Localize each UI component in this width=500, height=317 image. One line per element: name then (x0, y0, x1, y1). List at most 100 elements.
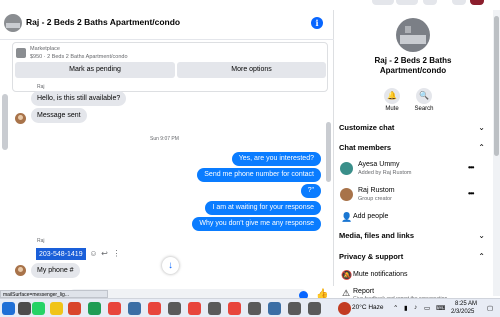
member-subtitle: Group creator (358, 196, 392, 202)
language-icon[interactable]: ⌨ (436, 304, 445, 312)
reply-icon[interactable]: ↩ (100, 249, 109, 258)
outgoing-message[interactable]: ?" (300, 184, 321, 198)
bell-icon[interactable]: 🔔 (384, 88, 400, 104)
mute-notifications-button[interactable]: Mute notifications (353, 271, 407, 278)
add-people-button[interactable]: Add people (353, 213, 388, 220)
more-actions-icon[interactable]: ⋮ (112, 249, 121, 258)
marketplace-label: Marketplace (30, 46, 60, 52)
top-tab-pill[interactable] (423, 0, 437, 5)
listing-thumbnail (16, 48, 26, 58)
volume-icon[interactable]: ♪ (414, 304, 417, 311)
sender-avatar[interactable] (15, 265, 26, 276)
report-button[interactable]: Report (353, 288, 374, 295)
app-icon[interactable] (128, 302, 141, 315)
start-menu-icon[interactable] (2, 302, 15, 315)
top-tab-pill[interactable] (372, 0, 394, 5)
chrome-icon[interactable] (188, 302, 201, 315)
customize-chat-row[interactable]: Customize chat ⌄ (339, 121, 487, 135)
listing-subtitle[interactable]: $950 · 2 Beds 2 Baths Apartment/condo (30, 54, 128, 60)
message-timestamp: Sun 9:07 PM (150, 136, 179, 142)
chat-members-label: Chat members (339, 143, 392, 152)
outgoing-message[interactable]: Why you don't give me any response (192, 217, 321, 231)
member-options-icon[interactable]: ••• (468, 189, 474, 198)
profile-avatar[interactable] (470, 0, 484, 5)
privacy-support-label: Privacy & support (339, 252, 404, 261)
details-title-line-1: Raj - 2 Beds 2 Baths (374, 56, 452, 65)
network-icon[interactable]: ▮ (404, 304, 408, 312)
file-explorer-icon[interactable] (50, 302, 63, 315)
member-avatar[interactable] (340, 162, 353, 175)
outgoing-message[interactable]: I am at waiting for your response (205, 201, 321, 215)
outgoing-message[interactable]: Send me phone number for contact (197, 168, 321, 182)
chevron-up-icon: ⌃ (478, 252, 485, 261)
weather-text[interactable]: 20°C Haze (352, 304, 384, 311)
react-emoji-icon[interactable]: ☺ (89, 249, 98, 258)
chrome-icon[interactable] (108, 302, 121, 315)
top-tab-pill[interactable] (396, 0, 418, 5)
incoming-message[interactable]: My phone # (31, 263, 80, 278)
details-title: Raj - 2 Beds 2 Baths Apartment/condo (334, 56, 492, 76)
member-name[interactable]: Raj Rustom (358, 187, 395, 194)
chevron-up-icon[interactable]: ⌃ (393, 304, 398, 312)
media-files-links-label: Media, files and links (339, 231, 415, 240)
chat-thumbnail[interactable] (4, 14, 22, 32)
search-label: Search (414, 106, 434, 112)
left-scrollbar[interactable] (2, 94, 8, 150)
app-icon[interactable] (168, 302, 181, 315)
incoming-message[interactable]: Hello, is this still available? (31, 91, 127, 106)
app-icon[interactable] (308, 302, 321, 315)
chevron-down-icon: ⌄ (478, 231, 485, 240)
marketplace-listing-card: Marketplace $950 · 2 Beds 2 Baths Apartm… (12, 42, 328, 92)
scroll-down-button[interactable]: ↓ (162, 257, 179, 274)
details-scrollbar-thumb[interactable] (494, 16, 499, 156)
member-avatar[interactable] (340, 188, 353, 201)
mute-label: Mute (385, 106, 399, 112)
phone-number-message[interactable]: 203-548-1419 (36, 248, 86, 260)
member-options-icon[interactable]: ••• (468, 163, 474, 172)
app-icon[interactable] (208, 302, 221, 315)
top-tab-pill[interactable] (452, 0, 466, 5)
chat-pane: Raj - 2 Beds 2 Baths Apartment/condo i M… (0, 10, 334, 306)
outgoing-message[interactable]: Yes, are you interested? (231, 152, 321, 166)
chat-title[interactable]: Raj - 2 Beds 2 Baths Apartment/condo (26, 17, 180, 27)
more-options-button[interactable]: More options (177, 62, 326, 78)
chevron-down-icon: ⌄ (478, 123, 485, 132)
sender-name: Raj (37, 238, 45, 244)
sender-avatar[interactable] (15, 113, 26, 124)
details-scrollbar[interactable] (493, 10, 500, 296)
app-icon[interactable] (248, 302, 261, 315)
clock-date[interactable]: 2/3/2025 (451, 309, 474, 315)
link-status-bar: mailSurface=messenger_lig... (0, 290, 108, 298)
search-icon[interactable]: 🔍 (416, 88, 432, 104)
messenger-window: Raj - 2 Beds 2 Baths Apartment/condo i M… (0, 0, 500, 317)
bell-off-icon: 🔕 (341, 270, 353, 280)
notifications-icon[interactable]: ▢ (487, 304, 493, 312)
app-icon[interactable] (88, 302, 101, 315)
listing-avatar[interactable] (396, 18, 430, 52)
clock-time[interactable]: 8:25 AM (455, 301, 477, 307)
windows-taskbar: 20°C Haze ⌃ ▮ ♪ ▭ ⌨ 8:25 AM 2/3/2025 ▢ (0, 298, 500, 317)
media-files-links-row[interactable]: Media, files and links ⌄ (339, 229, 487, 243)
chat-members-row[interactable]: Chat members ⌃ (339, 141, 487, 155)
add-person-icon: 👤 (341, 212, 353, 222)
mark-pending-button[interactable]: Mark as pending (15, 62, 175, 78)
member-name[interactable]: Ayesa Ummy (358, 161, 400, 168)
app-icon[interactable] (268, 302, 281, 315)
battery-icon[interactable]: ▭ (424, 304, 430, 312)
customize-chat-label: Customize chat (339, 123, 395, 132)
chrome-icon[interactable] (228, 302, 241, 315)
messages-scrollbar[interactable] (326, 122, 331, 182)
whatsapp-icon[interactable] (32, 302, 45, 315)
app-icon[interactable] (288, 302, 301, 315)
chevron-up-icon: ⌃ (478, 143, 485, 152)
privacy-support-row[interactable]: Privacy & support ⌃ (339, 250, 487, 264)
browser-top-strip (0, 0, 500, 10)
search-icon[interactable] (18, 302, 31, 315)
details-title-line-2: Apartment/condo (379, 66, 447, 75)
chrome-icon[interactable] (148, 302, 161, 315)
weather-icon[interactable] (338, 302, 351, 315)
conversation-details-panel: Raj - 2 Beds 2 Baths Apartment/condo 🔔 M… (334, 10, 492, 302)
info-icon[interactable]: i (311, 17, 323, 29)
incoming-message[interactable]: Message sent (31, 108, 87, 123)
app-icon[interactable] (68, 302, 81, 315)
